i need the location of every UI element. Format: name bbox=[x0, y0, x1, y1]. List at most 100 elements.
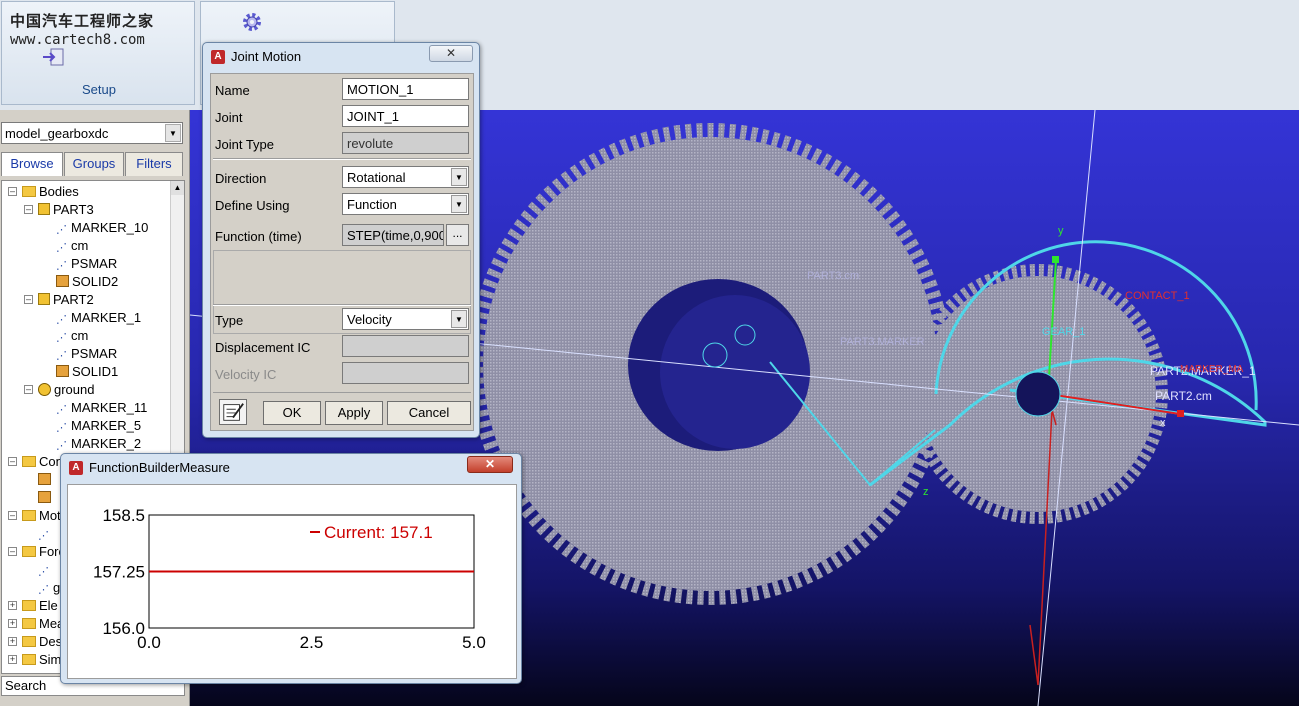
folder-icon bbox=[22, 186, 36, 197]
model-select[interactable]: model_gearboxdc ▼ bbox=[1, 122, 183, 144]
cancel-button[interactable]: Cancel bbox=[387, 401, 471, 425]
tree-item-label: Sim bbox=[39, 652, 62, 667]
setup-panel[interactable]: 中国汽车工程师之家 www.cartech8.com Setup bbox=[1, 1, 195, 105]
define-using-select[interactable]: Function ▼ bbox=[342, 193, 469, 215]
gear-icon[interactable] bbox=[241, 11, 263, 33]
displacement-ic-field[interactable] bbox=[342, 335, 469, 357]
tree-item[interactable]: ⋰ PSMAR bbox=[56, 345, 117, 363]
tree-item[interactable] bbox=[38, 489, 54, 507]
tree-item[interactable]: – PART2 bbox=[24, 291, 94, 309]
legend-label: Current: 157.1 bbox=[324, 523, 433, 542]
tree-item-label: MARKER_1 bbox=[71, 310, 142, 325]
chevron-down-icon[interactable]: ▼ bbox=[451, 168, 467, 186]
ok-button[interactable]: OK bbox=[263, 401, 321, 425]
tree-item[interactable]: ⋰ PSMAR bbox=[56, 255, 117, 273]
tree-item[interactable]: ⋰ MARKER_10 bbox=[56, 219, 148, 237]
close-button[interactable]: ✕ bbox=[429, 45, 473, 62]
folder-icon bbox=[22, 600, 36, 611]
setup-button-label[interactable]: Setup bbox=[2, 82, 196, 97]
joint-label: Joint bbox=[215, 110, 243, 125]
tree-item[interactable]: ⋰ cm bbox=[56, 237, 88, 255]
tree-item[interactable]: ⋰ bbox=[38, 561, 53, 579]
tab-filters[interactable]: Filters bbox=[125, 152, 183, 176]
tree-item[interactable]: ⋰ MARKER_1 bbox=[56, 309, 141, 327]
chevron-down-icon[interactable]: ▼ bbox=[165, 124, 181, 142]
folder-icon bbox=[22, 636, 36, 647]
direction-value: Rotational bbox=[347, 170, 406, 185]
expand-icon[interactable]: + bbox=[8, 601, 17, 610]
tree-item[interactable]: ⋰ MARKER_2 bbox=[56, 435, 141, 453]
close-button[interactable]: ✕ bbox=[467, 456, 513, 473]
joint-field[interactable]: JOINT_1 bbox=[342, 105, 469, 127]
tree-item[interactable]: ⋰ MARKER_5 bbox=[56, 417, 141, 435]
collapse-icon[interactable]: – bbox=[8, 457, 17, 466]
dialog-title: Joint Motion bbox=[231, 49, 302, 64]
function-field[interactable]: STEP(time,0,900 bbox=[342, 224, 444, 246]
label-part-cm: PART3.cm bbox=[807, 270, 859, 282]
solid-icon bbox=[38, 473, 51, 485]
tree-item[interactable]: ⋰ bbox=[38, 525, 53, 543]
label-contact: CONTACT_1 bbox=[1125, 290, 1190, 302]
measure-chart: 158.5157.25156.00.0 2.5 5.0Current: 157.1 bbox=[93, 506, 486, 652]
joint-type-field: revolute bbox=[342, 132, 469, 154]
tree-item[interactable]: – ground bbox=[24, 381, 94, 399]
tree-item[interactable]: ⋰ MARKER_11 bbox=[56, 399, 147, 417]
collapse-icon[interactable]: – bbox=[8, 187, 17, 196]
name-label: Name bbox=[215, 83, 250, 98]
tree-item[interactable] bbox=[38, 471, 54, 489]
tree-item-label: MARKER_10 bbox=[71, 220, 149, 235]
separator bbox=[213, 304, 471, 306]
marker-icon: ⋰ bbox=[56, 314, 67, 326]
tree-item[interactable]: + Ele bbox=[8, 597, 58, 615]
marker-icon: ⋰ bbox=[56, 242, 67, 254]
tree-item[interactable]: + Des bbox=[8, 633, 62, 651]
ribbon: 中国汽车工程师之家 www.cartech8.com Setup bbox=[0, 0, 1299, 110]
tree-item[interactable]: – Con bbox=[8, 453, 63, 471]
direction-select[interactable]: Rotational ▼ bbox=[342, 166, 469, 188]
tree-item[interactable]: + Mea bbox=[8, 615, 64, 633]
tree-item[interactable]: SOLID1 bbox=[56, 363, 118, 381]
tab-browse[interactable]: Browse bbox=[1, 152, 63, 176]
apply-button[interactable]: Apply bbox=[325, 401, 383, 425]
collapse-icon[interactable]: – bbox=[24, 385, 33, 394]
expand-icon[interactable]: + bbox=[8, 655, 17, 664]
collapse-icon[interactable]: – bbox=[8, 511, 17, 520]
tree-item[interactable]: – PART3 bbox=[24, 201, 94, 219]
function-builder-button[interactable]: ... bbox=[446, 224, 469, 246]
marker-icon: ⋰ bbox=[56, 404, 67, 416]
function-builder-icon[interactable] bbox=[219, 399, 247, 425]
collapse-icon[interactable]: – bbox=[24, 205, 33, 214]
collapse-icon[interactable]: – bbox=[24, 295, 33, 304]
tree-item[interactable]: ⋰ cm bbox=[56, 327, 88, 345]
folder-icon bbox=[22, 510, 36, 521]
tree-item-label: cm bbox=[71, 328, 89, 343]
label-axis-z: z bbox=[923, 486, 929, 498]
solid-icon bbox=[56, 365, 69, 377]
tree-item-label: Mot bbox=[39, 508, 61, 523]
tree-item[interactable]: – Forc bbox=[8, 543, 65, 561]
x-tick-label: 2.5 bbox=[300, 633, 324, 652]
expand-icon[interactable]: + bbox=[8, 619, 17, 628]
function-label: Function (time) bbox=[215, 229, 302, 244]
measure-plot-area: 158.5 157.25 156.0 0.0 2.5 5.0 Current: 157.1 bbox=[67, 484, 517, 679]
tab-groups[interactable]: Groups bbox=[64, 152, 124, 176]
tree-item[interactable]: + Sim bbox=[8, 651, 62, 669]
collapse-icon[interactable]: – bbox=[8, 547, 17, 556]
large-gear[interactable] bbox=[469, 123, 951, 605]
tree-item[interactable]: – Mot bbox=[8, 507, 61, 525]
displacement-ic-label: Displacement IC bbox=[215, 340, 311, 355]
marker-icon: ⋰ bbox=[38, 566, 49, 578]
tree-item[interactable]: SOLID2 bbox=[56, 273, 118, 291]
tree-item-label: PSMAR bbox=[71, 256, 118, 271]
name-field[interactable]: MOTION_1 bbox=[342, 78, 469, 100]
tree-item[interactable]: – Bodies bbox=[8, 183, 79, 201]
watermark-text: 中国汽车工程师之家 bbox=[10, 12, 155, 30]
chevron-down-icon[interactable]: ▼ bbox=[451, 310, 467, 328]
tree-item[interactable]: ⋰ g bbox=[38, 579, 60, 597]
chevron-down-icon[interactable]: ▼ bbox=[451, 195, 467, 213]
expand-icon[interactable]: + bbox=[8, 637, 17, 646]
marker-icon: ⋰ bbox=[56, 350, 67, 362]
tree-item-label: PART2 bbox=[53, 292, 94, 307]
type-select[interactable]: Velocity ▼ bbox=[342, 308, 469, 330]
scroll-up-icon[interactable]: ▲ bbox=[171, 181, 184, 195]
